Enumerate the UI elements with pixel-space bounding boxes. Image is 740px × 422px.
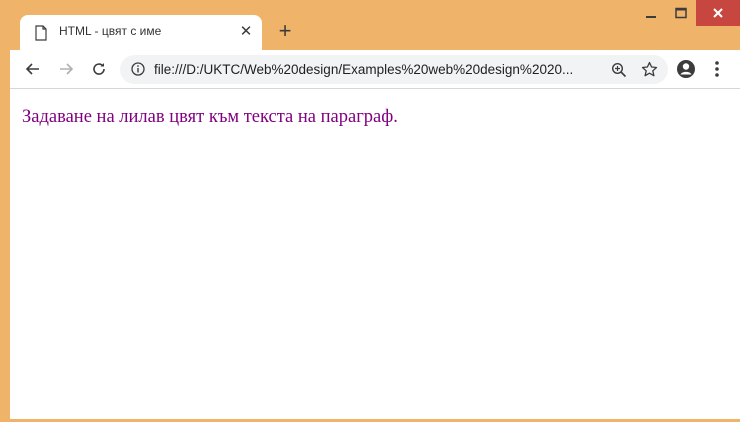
page-icon	[34, 25, 48, 41]
browser-toolbar: file:///D:/UKTC/Web%20design/Examples%20…	[10, 50, 740, 89]
tab-strip: HTML - цвят с име ✕ +	[0, 0, 740, 50]
browser-window: HTML - цвят с име ✕ + file:///D:/UKTC/We…	[0, 0, 740, 422]
close-icon	[713, 8, 723, 18]
tab-title: HTML - цвят с име	[59, 24, 162, 38]
window-controls	[636, 0, 740, 26]
page-content: Задаване на лилав цвят към текста на пар…	[10, 89, 740, 419]
new-tab-button[interactable]: +	[274, 20, 296, 42]
account-icon[interactable]	[676, 59, 696, 79]
kebab-menu-icon[interactable]	[709, 59, 725, 79]
window-close-button[interactable]	[696, 0, 740, 26]
zoom-icon[interactable]	[611, 62, 627, 78]
minimize-icon	[646, 16, 656, 18]
info-icon[interactable]	[131, 62, 145, 76]
arrow-left-icon	[25, 63, 39, 75]
address-bar[interactable]: file:///D:/UKTC/Web%20design/Examples%20…	[120, 55, 668, 84]
paragraph-text: Задаване на лилав цвят към текста на пар…	[22, 107, 398, 127]
minimize-button[interactable]	[636, 0, 666, 26]
forward-button[interactable]	[55, 58, 77, 80]
star-icon[interactable]	[641, 61, 658, 78]
browser-tab[interactable]: HTML - цвят с име ✕	[20, 15, 262, 50]
maximize-button[interactable]	[666, 0, 696, 26]
url-text[interactable]: file:///D:/UKTC/Web%20design/Examples%20…	[154, 62, 590, 77]
tab-close-icon[interactable]: ✕	[237, 23, 255, 41]
reload-icon	[93, 63, 105, 75]
back-button[interactable]	[22, 58, 44, 80]
reload-button[interactable]	[88, 58, 110, 80]
maximize-icon	[675, 7, 687, 19]
arrow-right-icon	[60, 63, 74, 75]
